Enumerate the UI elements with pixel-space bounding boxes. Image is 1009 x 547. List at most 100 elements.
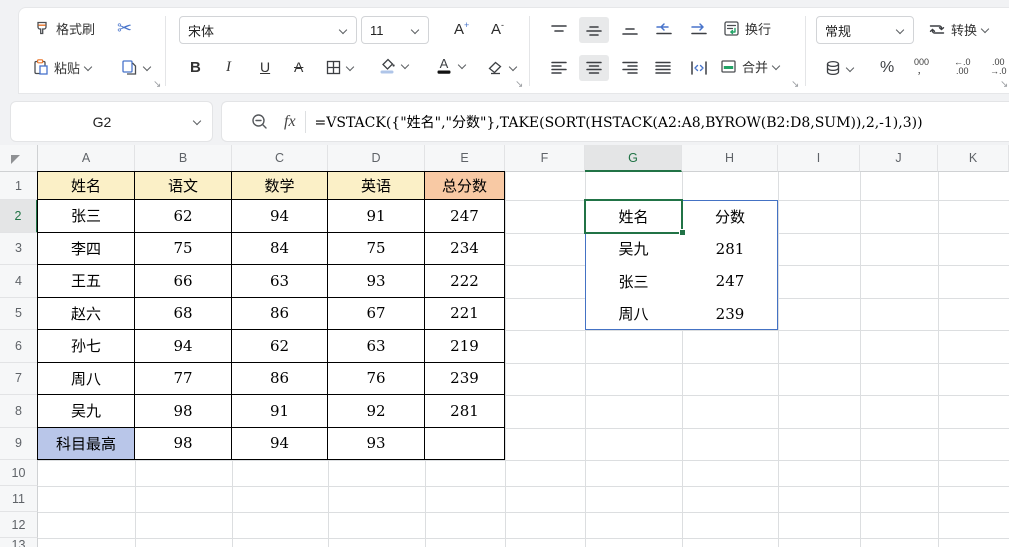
align-justify-button[interactable] xyxy=(650,55,676,81)
convert-button[interactable]: 转换 xyxy=(924,16,993,42)
table-cell[interactable]: 93 xyxy=(328,265,425,298)
spill-cell[interactable]: 张三 xyxy=(585,265,682,298)
bold-button[interactable]: B xyxy=(187,54,204,80)
spill-cell[interactable]: 吴九 xyxy=(585,233,682,266)
increase-indent-button[interactable] xyxy=(685,17,713,43)
fx-icon[interactable]: fx xyxy=(284,113,296,131)
row-header-7[interactable]: 7 xyxy=(0,363,38,396)
table-cell[interactable]: 234 xyxy=(425,233,505,266)
currency-dropdown-icon[interactable] xyxy=(846,64,855,73)
table-cell[interactable]: 247 xyxy=(425,200,505,233)
table-cell[interactable]: 86 xyxy=(232,363,328,396)
table-cell[interactable]: 98 xyxy=(135,428,232,461)
italic-button[interactable]: I xyxy=(223,54,234,80)
paste-dropdown-icon[interactable] xyxy=(84,63,93,72)
spill-cell[interactable]: 周八 xyxy=(585,298,682,331)
column-header-E[interactable]: E xyxy=(425,145,505,172)
align-right-button[interactable] xyxy=(617,55,643,81)
format-painter-button[interactable]: 格式刷 xyxy=(31,15,98,41)
table-cell[interactable]: 张三 xyxy=(38,200,135,233)
column-header-C[interactable]: C xyxy=(232,145,328,172)
table-cell[interactable]: 王五 xyxy=(38,265,135,298)
table-cell[interactable]: 68 xyxy=(135,298,232,331)
table-cell[interactable]: 75 xyxy=(328,233,425,266)
currency-format-button[interactable] xyxy=(821,55,858,81)
table-cell[interactable]: 赵六 xyxy=(38,298,135,331)
decrease-decimal-button[interactable]: .00→.0 xyxy=(987,54,1009,80)
table-cell[interactable]: 281 xyxy=(425,395,505,428)
table-cell[interactable]: 科目最高 xyxy=(38,428,135,461)
table-cell[interactable]: 92 xyxy=(328,395,425,428)
cut-button[interactable]: ✂ xyxy=(114,15,135,41)
align-left-button[interactable] xyxy=(546,55,572,81)
table-header-cell[interactable]: 数学 xyxy=(232,172,328,200)
column-header-H[interactable]: H xyxy=(682,145,778,172)
spill-cell[interactable]: 281 xyxy=(682,233,778,266)
table-cell[interactable]: 76 xyxy=(328,363,425,396)
spill-cell[interactable]: 247 xyxy=(682,265,778,298)
table-cell[interactable]: 吴九 xyxy=(38,395,135,428)
table-cell[interactable]: 91 xyxy=(328,200,425,233)
table-cell[interactable]: 63 xyxy=(328,330,425,363)
table-cell[interactable]: 62 xyxy=(232,330,328,363)
table-cell[interactable]: 219 xyxy=(425,330,505,363)
spill-header-cell[interactable]: 姓名 xyxy=(585,200,682,233)
table-cell[interactable]: 77 xyxy=(135,363,232,396)
align-middle-button[interactable] xyxy=(579,17,609,43)
name-box-chevron-icon[interactable] xyxy=(193,117,202,126)
clear-format-button[interactable] xyxy=(482,54,521,80)
font-size-select[interactable]: 11 xyxy=(361,16,429,44)
increase-decimal-button[interactable]: ←.0.00 xyxy=(951,54,974,80)
row-header-5[interactable]: 5 xyxy=(0,298,38,331)
column-header-F[interactable]: F xyxy=(505,145,585,172)
column-header-A[interactable]: A xyxy=(38,145,135,172)
table-cell[interactable]: 222 xyxy=(425,265,505,298)
merge-cells-button[interactable]: 合并 xyxy=(716,53,784,79)
table-cell[interactable]: 239 xyxy=(425,363,505,396)
strikethrough-button[interactable]: A xyxy=(291,54,306,80)
table-cell[interactable]: 孙七 xyxy=(38,330,135,363)
font-color-dropdown-icon[interactable] xyxy=(458,61,467,70)
table-header-cell[interactable]: 语文 xyxy=(135,172,232,200)
borders-dropdown-icon[interactable] xyxy=(346,63,355,72)
select-all-corner[interactable] xyxy=(0,145,38,172)
table-cell[interactable]: 66 xyxy=(135,265,232,298)
column-header-D[interactable]: D xyxy=(328,145,425,172)
row-header-1[interactable]: 1 xyxy=(0,172,38,200)
fill-color-dropdown-icon[interactable] xyxy=(401,61,410,70)
column-header-J[interactable]: J xyxy=(860,145,938,172)
table-cell[interactable]: 94 xyxy=(232,200,328,233)
row-header-13[interactable]: 13 xyxy=(0,538,38,547)
row-header-12[interactable]: 12 xyxy=(0,512,38,538)
table-cell[interactable]: 李四 xyxy=(38,233,135,266)
column-header-G[interactable]: G xyxy=(585,145,682,172)
percent-format-button[interactable]: % xyxy=(877,55,897,81)
alignment-dialog-launcher[interactable]: ↘ xyxy=(791,80,799,90)
column-header-K[interactable]: K xyxy=(938,145,1009,172)
row-header-8[interactable]: 8 xyxy=(0,395,38,428)
name-box[interactable]: G2 xyxy=(10,101,213,142)
table-cell[interactable]: 86 xyxy=(232,298,328,331)
table-cell[interactable]: 94 xyxy=(135,330,232,363)
align-top-button[interactable] xyxy=(546,17,572,43)
borders-button[interactable] xyxy=(322,54,358,80)
font-dialog-launcher[interactable]: ↘ xyxy=(515,80,523,90)
paste-button[interactable]: 粘贴 xyxy=(29,54,96,80)
row-header-10[interactable]: 10 xyxy=(0,460,38,486)
clear-format-dropdown-icon[interactable] xyxy=(509,63,518,72)
decrease-indent-button[interactable] xyxy=(650,17,678,43)
formula-text[interactable]: =VSTACK({"姓名","分数"},TAKE(SORT(HSTACK(A2:… xyxy=(315,112,923,132)
row-header-3[interactable]: 3 xyxy=(0,233,38,266)
row-header-9[interactable]: 9 xyxy=(0,428,38,461)
table-cell[interactable]: 221 xyxy=(425,298,505,331)
table-header-cell[interactable]: 总分数 xyxy=(425,172,505,200)
table-cell[interactable]: 91 xyxy=(232,395,328,428)
zoom-out-icon[interactable] xyxy=(250,112,270,132)
table-cell[interactable]: 98 xyxy=(135,395,232,428)
table-header-cell[interactable]: 姓名 xyxy=(38,172,135,200)
decrease-font-button[interactable]: A- xyxy=(488,16,507,42)
spill-cell[interactable]: 239 xyxy=(682,298,778,331)
number-format-select[interactable]: 常规 xyxy=(816,16,914,44)
table-cell[interactable]: 62 xyxy=(135,200,232,233)
align-bottom-button[interactable] xyxy=(617,17,643,43)
